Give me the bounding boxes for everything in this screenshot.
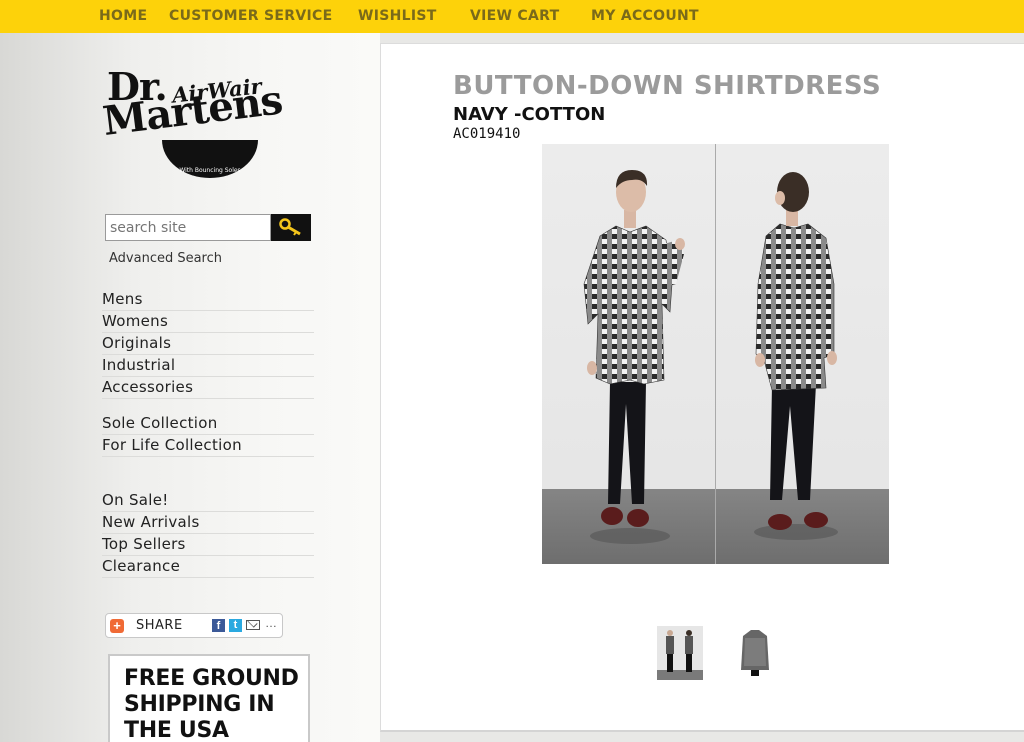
key-search-icon [279,218,301,236]
search-input[interactable] [105,214,271,241]
category-originals[interactable]: Originals [102,333,314,355]
category-sole-collection[interactable]: Sole Collection [102,413,314,435]
category-mens[interactable]: Mens [102,289,314,311]
plus-icon: + [110,619,124,633]
category-top-sellers[interactable]: Top Sellers [102,534,314,556]
dr-martens-logo[interactable]: Dr. AirWair Martens With Bouncing Soles [100,64,314,184]
nav-home[interactable]: HOME [99,8,147,24]
email-icon[interactable] [246,620,260,630]
thumbnail-full-outfit[interactable] [657,626,703,680]
category-clearance[interactable]: Clearance [102,556,314,578]
product-title: BUTTON-DOWN SHIRTDRESS [453,71,882,101]
logo-sole-text: With Bouncing Soles [179,167,241,174]
front-view-photo[interactable] [542,144,715,564]
category-womens[interactable]: Womens [102,311,314,333]
model-back-figure [754,172,838,540]
promo-line-2: SHIPPING IN [124,692,275,717]
product-variant: NAVY -COTTON [453,104,606,125]
top-nav-bar: HOME CUSTOMER SERVICE WISHLIST VIEW CART… [0,0,1024,33]
nav-customer-service[interactable]: CUSTOMER SERVICE [169,8,332,24]
category-on-sale[interactable]: On Sale! [102,490,314,512]
category-nav-deals: On Sale! New Arrivals Top Sellers Cleara… [102,490,314,578]
logo-sole-graphic: With Bouncing Soles [162,140,258,178]
category-nav-main: Mens Womens Originals Industrial Accesso… [102,289,314,399]
product-panel: BUTTON-DOWN SHIRTDRESS NAVY -COTTON AC01… [380,43,1024,732]
promo-line-3: THE USA [124,718,229,742]
search-button[interactable] [271,214,311,241]
nav-wishlist[interactable]: WISHLIST [358,8,437,24]
nav-view-cart[interactable]: VIEW CART [470,8,559,24]
category-nav-collections: Sole Collection For Life Collection [102,413,314,457]
promo-line-1: FREE GROUND [124,666,299,691]
model-front-figure [583,170,685,544]
category-accessories[interactable]: Accessories [102,377,314,399]
share-widget[interactable]: + SHARE f t … [105,613,283,638]
category-new-arrivals[interactable]: New Arrivals [102,512,314,534]
nav-my-account[interactable]: MY ACCOUNT [591,8,699,24]
share-label: SHARE [136,618,183,633]
thumbnail-shirt-detail[interactable] [735,626,781,680]
free-shipping-banner[interactable]: FREE GROUND SHIPPING IN THE USA [108,654,310,742]
advanced-search-link[interactable]: Advanced Search [109,251,222,266]
category-for-life-collection[interactable]: For Life Collection [102,435,314,457]
thumbnail-shirt-detail-image [735,626,775,680]
category-industrial[interactable]: Industrial [102,355,314,377]
more-icon[interactable]: … [265,616,277,630]
back-view-photo[interactable] [716,144,889,564]
thumbnail-full-outfit-image [657,626,703,680]
twitter-icon[interactable]: t [229,619,242,632]
product-sku: AC019410 [453,126,521,142]
facebook-icon[interactable]: f [212,619,225,632]
